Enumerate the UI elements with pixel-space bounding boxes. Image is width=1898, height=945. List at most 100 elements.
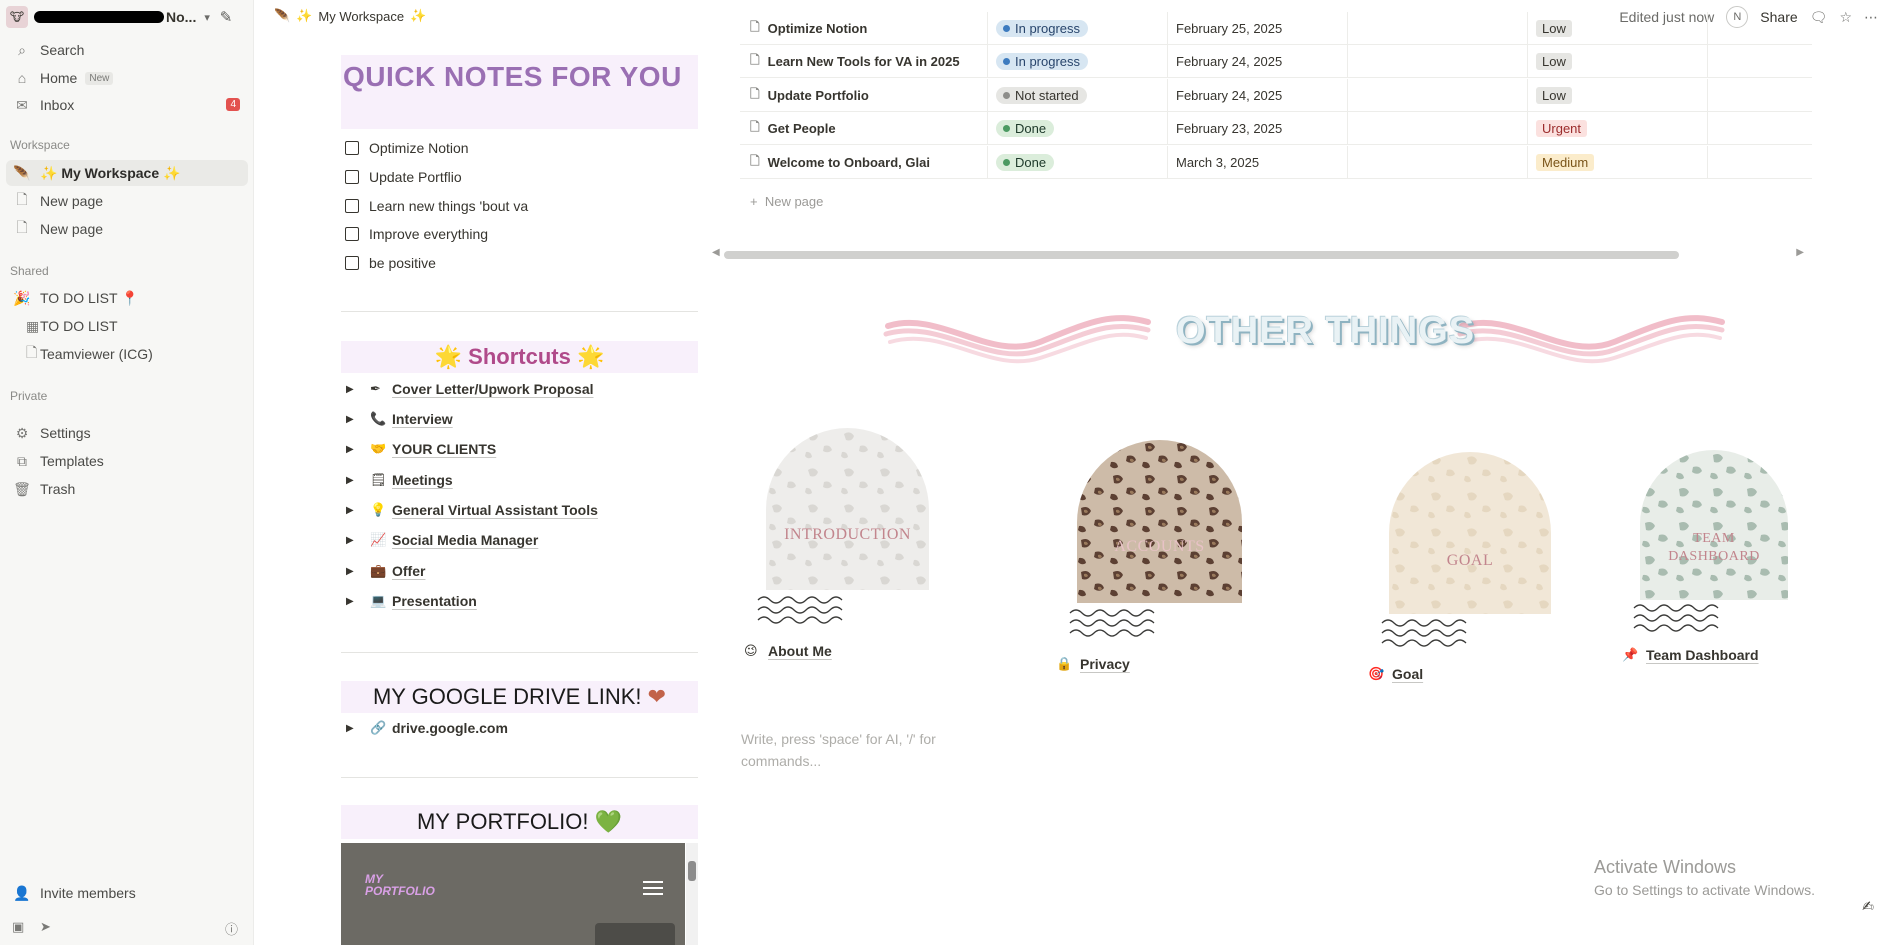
scrollbar-thumb[interactable] bbox=[724, 251, 1679, 259]
shortcut-link[interactable]: Cover Letter/Upwork Proposal bbox=[392, 381, 594, 397]
comment-icon[interactable]: 🗨 bbox=[1810, 9, 1828, 26]
cell-date[interactable]: February 23, 2025 bbox=[1168, 112, 1348, 145]
checkbox[interactable] bbox=[345, 170, 359, 184]
cell-date[interactable]: February 24, 2025 bbox=[1168, 79, 1348, 112]
workspace-switcher[interactable]: 🐮 No... ▾ ✎ bbox=[6, 6, 250, 28]
table-row[interactable]: 🗋 Optimize Notion In progress February 25… bbox=[740, 12, 1812, 45]
team-dashboard-link[interactable]: 📌 Team Dashboard bbox=[1622, 647, 1759, 663]
cell-name[interactable]: 🗋 Update Portfolio bbox=[740, 79, 988, 112]
goal-link[interactable]: 🎯 Goal bbox=[1368, 666, 1423, 682]
table-new-page-button[interactable]: + New page bbox=[750, 194, 823, 209]
calendar-icon[interactable]: ▣ bbox=[12, 919, 24, 935]
breadcrumb[interactable]: 🪶 ✨ My Workspace ✨ bbox=[274, 8, 426, 24]
sidebar-item-todo-list-db[interactable]: ▦ TO DO LIST bbox=[6, 313, 248, 339]
sidebar-item-home[interactable]: ⌂ Home New bbox=[6, 65, 248, 91]
cell-name[interactable]: 🗋 Get People bbox=[740, 112, 988, 145]
cell-date[interactable]: March 3, 2025 bbox=[1168, 146, 1348, 179]
shortcut-toggle[interactable]: ▶ 🗒 Meetings bbox=[346, 468, 453, 492]
sidebar-item-trash[interactable]: 🗑 Trash bbox=[6, 476, 248, 502]
scrollbar-thumb[interactable] bbox=[688, 861, 696, 881]
accounts-cover-image[interactable]: ACCOUNTS bbox=[1077, 440, 1242, 603]
cell-priority[interactable]: Medium bbox=[1528, 146, 1708, 179]
cell-priority[interactable]: Low bbox=[1528, 79, 1708, 112]
todo-item[interactable]: Learn new things 'bout va bbox=[345, 196, 528, 216]
shortcut-link[interactable]: Meetings bbox=[392, 472, 453, 488]
checkbox[interactable] bbox=[345, 141, 359, 155]
sidebar-item-my-workspace[interactable]: 🪶 ✨ My Workspace ✨ bbox=[6, 160, 248, 186]
todo-item[interactable]: Optimize Notion bbox=[345, 138, 469, 158]
cell-status[interactable]: Not started bbox=[988, 79, 1168, 112]
todo-item[interactable]: be positive bbox=[345, 253, 436, 273]
cell-date[interactable]: February 24, 2025 bbox=[1168, 45, 1348, 78]
shortcut-toggle[interactable]: ▶ 📈 Social Media Manager bbox=[346, 528, 538, 552]
privacy-link[interactable]: 🔒 Privacy bbox=[1056, 656, 1130, 672]
about-me-link[interactable]: 😉 About Me bbox=[744, 643, 832, 659]
shortcut-toggle[interactable]: ▶ 💼 Offer bbox=[346, 559, 425, 583]
sidebar-item-search[interactable]: ⌕ Search bbox=[6, 37, 248, 63]
cell-empty[interactable] bbox=[1348, 79, 1528, 112]
cell-status[interactable]: In progress bbox=[988, 45, 1168, 78]
drive-link[interactable]: drive.google.com bbox=[392, 720, 508, 736]
shortcut-toggle[interactable]: ▶ 🤝 YOUR CLIENTS bbox=[346, 437, 496, 461]
table-horizontal-scrollbar[interactable]: ◀ ▶ bbox=[712, 247, 1804, 261]
shortcut-link[interactable]: Interview bbox=[392, 411, 453, 427]
table-row[interactable]: 🗋 Update Portfolio Not started February 2… bbox=[740, 79, 1812, 112]
toggle-arrow-icon[interactable]: ▶ bbox=[346, 596, 358, 607]
embed-scrollbar[interactable] bbox=[686, 843, 698, 945]
cell-priority[interactable]: Low bbox=[1528, 12, 1708, 45]
portfolio-embed[interactable]: MY PORTFOLIO bbox=[341, 843, 685, 945]
todo-item[interactable]: Improve everything bbox=[345, 224, 488, 244]
toggle-arrow-icon[interactable]: ▶ bbox=[346, 384, 358, 395]
cell-status[interactable]: Done bbox=[988, 112, 1168, 145]
toggle-arrow-icon[interactable]: ▶ bbox=[346, 444, 358, 455]
team-dashboard-cover-image[interactable]: TEAM DASHBOARD bbox=[1640, 450, 1788, 600]
shortcut-link[interactable]: Social Media Manager bbox=[392, 532, 538, 548]
cell-empty[interactable] bbox=[1348, 112, 1528, 145]
shortcut-toggle[interactable]: ▶ 💻 Presentation bbox=[346, 589, 477, 613]
sidebar-item-new-page-2[interactable]: 🗋 New page bbox=[6, 216, 248, 242]
shortcut-link[interactable]: Presentation bbox=[392, 593, 477, 609]
table-row[interactable]: 🗋 Welcome to Onboard, Glai Done March 3, … bbox=[740, 146, 1812, 179]
help-icon[interactable]: ⓘ bbox=[225, 919, 238, 938]
shortcut-toggle[interactable]: ▶ 📞 Interview bbox=[346, 407, 453, 431]
cell-date[interactable]: February 25, 2025 bbox=[1168, 12, 1348, 45]
sidebar-item-teamviewer[interactable]: 🗋 Teamviewer (ICG) bbox=[6, 341, 248, 367]
sidebar-item-inbox[interactable]: ✉ Inbox 4 bbox=[6, 92, 248, 118]
toggle-arrow-icon[interactable]: ▶ bbox=[346, 723, 358, 734]
cell-status[interactable]: Done bbox=[988, 146, 1168, 179]
send-icon[interactable]: ➤ bbox=[40, 919, 51, 935]
ai-assistant-icon[interactable]: ✍ bbox=[1856, 894, 1880, 918]
editor-placeholder[interactable]: Write, press 'space' for AI, '/' for com… bbox=[741, 728, 971, 772]
toggle-arrow-icon[interactable]: ▶ bbox=[346, 505, 358, 516]
cell-empty[interactable] bbox=[1348, 45, 1528, 78]
hamburger-menu-icon[interactable] bbox=[643, 881, 663, 895]
scroll-right-icon[interactable]: ▶ bbox=[1796, 247, 1804, 258]
compose-icon[interactable]: ✎ bbox=[216, 8, 236, 28]
sidebar-item-settings[interactable]: ⚙ Settings bbox=[6, 420, 248, 446]
cell-name[interactable]: 🗋 Optimize Notion bbox=[740, 12, 988, 45]
cell-name[interactable]: 🗋 Learn New Tools for VA in 2025 bbox=[740, 45, 988, 78]
star-icon[interactable]: ☆ bbox=[1839, 9, 1852, 26]
cell-name[interactable]: 🗋 Welcome to Onboard, Glai bbox=[740, 146, 988, 179]
shortcut-link[interactable]: Offer bbox=[392, 563, 425, 579]
checkbox[interactable] bbox=[345, 227, 359, 241]
chevron-down-icon[interactable]: ▾ bbox=[204, 11, 210, 24]
table-row[interactable]: 🗋 Get People Done February 23, 2025 Urgen… bbox=[740, 112, 1812, 145]
shortcut-toggle[interactable]: ▶ ✒ Cover Letter/Upwork Proposal bbox=[346, 377, 594, 401]
cell-empty[interactable] bbox=[1348, 12, 1528, 45]
drive-link-toggle[interactable]: ▶ 🔗 drive.google.com bbox=[346, 716, 508, 740]
sidebar-item-new-page-1[interactable]: 🗋 New page bbox=[6, 188, 248, 214]
cell-empty[interactable] bbox=[1348, 146, 1528, 179]
shortcut-toggle[interactable]: ▶ 💡 General Virtual Assistant Tools bbox=[346, 498, 598, 522]
sidebar-item-todo-list-page[interactable]: 🎉 TO DO LIST 📍 bbox=[6, 285, 248, 311]
goal-cover-image[interactable]: GOAL bbox=[1389, 452, 1551, 614]
shortcut-link[interactable]: YOUR CLIENTS bbox=[392, 441, 496, 457]
cell-priority[interactable]: Urgent bbox=[1528, 112, 1708, 145]
toggle-arrow-icon[interactable]: ▶ bbox=[346, 475, 358, 486]
todo-item[interactable]: Update Portflio bbox=[345, 167, 462, 187]
introduction-cover-image[interactable]: INTRODUCTION bbox=[766, 428, 929, 590]
cell-priority[interactable]: Low bbox=[1528, 45, 1708, 78]
sidebar-item-templates[interactable]: ⧉ Templates bbox=[6, 448, 248, 474]
table-row[interactable]: 🗋 Learn New Tools for VA in 2025 In progr… bbox=[740, 45, 1812, 78]
cell-status[interactable]: In progress bbox=[988, 12, 1168, 45]
